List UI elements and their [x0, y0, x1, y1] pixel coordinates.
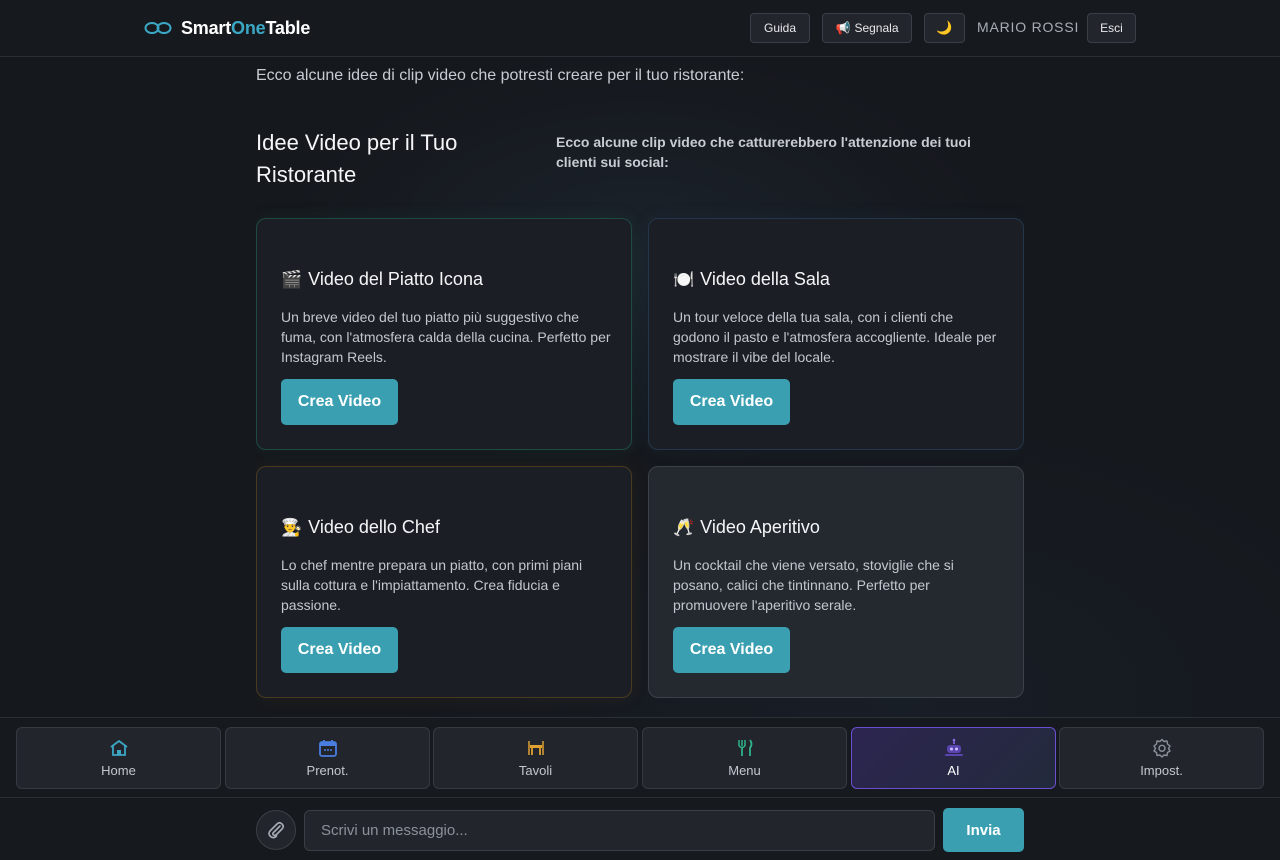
video-idea-card: 🥂 Video Aperitivo Un cocktail che viene … [648, 466, 1024, 698]
video-idea-card: 🎬 Video del Piatto Icona Un breve video … [256, 218, 632, 450]
infinity-logo-icon [144, 22, 172, 34]
card-description: Un cocktail che viene versato, stoviglie… [673, 557, 954, 613]
chat-content: Ecco alcune idee di clip video che potre… [256, 57, 1024, 717]
chat-input-bar: Invia [0, 798, 1280, 860]
video-idea-card: 👨‍🍳 Video dello Chef Lo chef mentre prep… [256, 466, 632, 698]
logout-button[interactable]: Esci [1087, 13, 1136, 43]
create-video-button[interactable]: Crea Video [281, 379, 398, 425]
nav-label: AI [947, 763, 960, 778]
bottom-nav: Home Prenot. Tavoli Menu AI Impost. [0, 717, 1280, 798]
gear-icon [1152, 738, 1171, 758]
megaphone-icon: 📢 [835, 21, 851, 35]
guide-button-label: Guida [763, 21, 797, 35]
nav-label: Menu [728, 763, 761, 778]
card-description: Un breve video del tuo piatto più sugges… [281, 309, 611, 365]
nav-label: Tavoli [518, 763, 553, 778]
logout-button-label: Esci [1100, 21, 1123, 35]
brand-name: SmartOneTable [181, 17, 311, 38]
robot-icon [944, 738, 963, 756]
message-input[interactable] [304, 810, 935, 851]
card-title: Video della Sala [700, 269, 830, 289]
card-title: Video dello Chef [308, 517, 440, 537]
nav-item-menu[interactable]: Menu [642, 727, 847, 789]
nav-item-settings[interactable]: Impost. [1059, 727, 1264, 789]
card-description: Lo chef mentre prepara un piatto, con pr… [281, 557, 583, 613]
section-subtitle: Ecco alcune clip video che catturerebber… [556, 134, 971, 170]
clapperboard-icon: 🎬 [281, 269, 303, 290]
intro-text: Ecco alcune idee di clip video che potre… [256, 67, 745, 84]
report-button-label: Segnala [854, 21, 899, 35]
nav-item-ai[interactable]: AI [851, 727, 1056, 789]
calendar-icon [318, 740, 337, 757]
create-video-button[interactable]: Crea Video [673, 379, 790, 425]
attach-button[interactable] [256, 810, 296, 850]
section-title: Idee Video per il Tuo Ristorante [256, 130, 458, 187]
theme-toggle-button[interactable]: 🌙 [924, 13, 965, 43]
nav-item-home[interactable]: Home [16, 727, 221, 789]
nav-label: Prenot. [306, 763, 349, 778]
card-description: Un tour veloce della tua sala, con i cli… [673, 309, 997, 365]
nav-item-tables[interactable]: Tavoli [433, 727, 638, 789]
home-icon [109, 740, 128, 756]
clinking-glasses-icon: 🥂 [673, 517, 695, 538]
video-idea-card: 🍽️ Video della Sala Un tour veloce della… [648, 218, 1024, 450]
moon-icon: 🌙 [936, 20, 953, 35]
report-button[interactable]: 📢 Segnala [822, 13, 912, 43]
fork-knife-icon [737, 739, 752, 756]
card-title: Video del Piatto Icona [308, 269, 483, 289]
create-video-button[interactable]: Crea Video [673, 627, 790, 673]
paperclip-icon [268, 821, 285, 839]
nav-item-reservations[interactable]: Prenot. [225, 727, 430, 789]
plate-cutlery-icon: 🍽️ [673, 269, 695, 290]
nav-label: Home [101, 763, 136, 778]
brand[interactable]: SmartOneTable [144, 16, 310, 40]
nav-label: Impost. [1140, 763, 1183, 778]
table-icon [527, 741, 544, 755]
chef-icon: 👨‍🍳 [281, 517, 303, 538]
guide-button[interactable]: Guida [750, 13, 810, 43]
top-header: SmartOneTable Guida 📢 Segnala 🌙 MARIO RO… [0, 0, 1280, 57]
create-video-button[interactable]: Crea Video [281, 627, 398, 673]
user-name: MARIO ROSSI [977, 19, 1080, 35]
card-title: Video Aperitivo [700, 517, 820, 537]
send-button[interactable]: Invia [943, 808, 1024, 852]
